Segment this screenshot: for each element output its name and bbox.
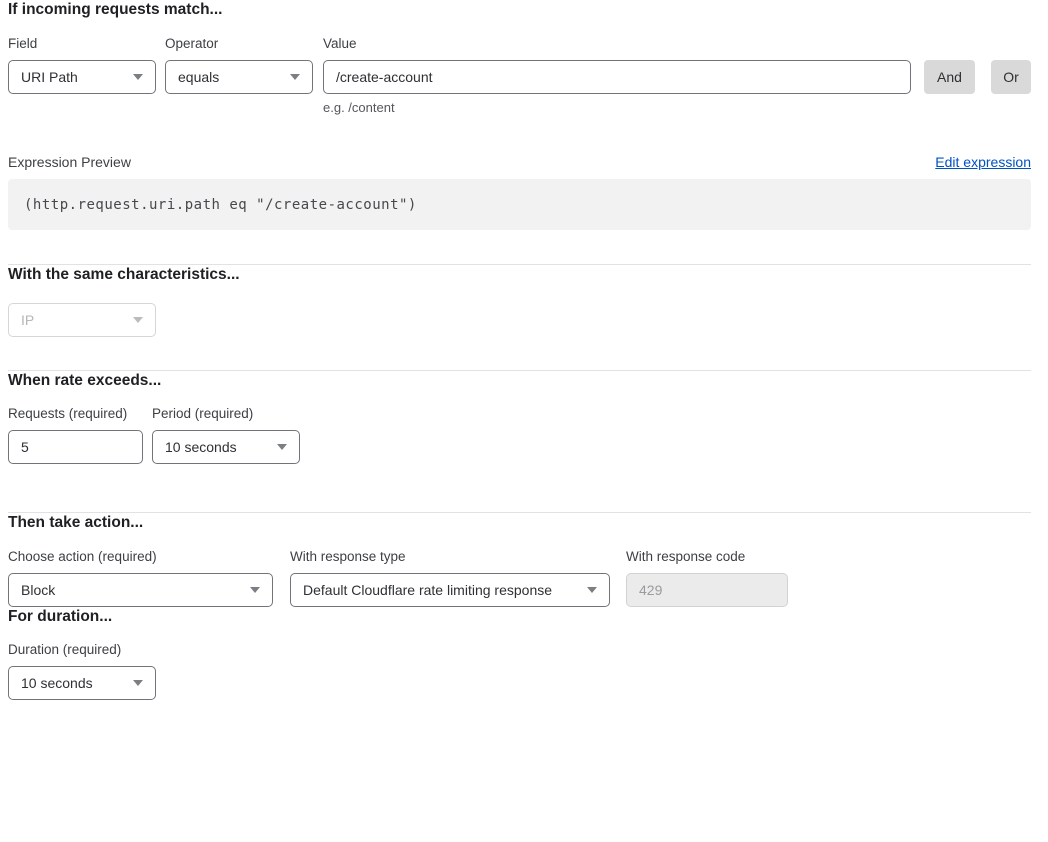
- response-type-label: With response type: [290, 548, 610, 565]
- field-group-response-code: With response code: [626, 548, 788, 607]
- field-group-operator: Operator equals: [165, 35, 313, 94]
- chevron-down-icon: [250, 587, 260, 593]
- rate-row: Requests (required) Period (required) 10…: [8, 405, 1031, 464]
- value-input[interactable]: [323, 60, 911, 94]
- field-group-value: Value e.g. /content: [323, 35, 911, 116]
- section-heading-duration: For duration...: [8, 607, 1031, 627]
- characteristic-select: IP: [8, 303, 156, 337]
- expression-text: (http.request.uri.path eq "/create-accou…: [24, 197, 417, 213]
- value-label: Value: [323, 35, 911, 52]
- expression-preview-box: (http.request.uri.path eq "/create-accou…: [8, 179, 1031, 230]
- choose-action-select[interactable]: Block: [8, 573, 273, 607]
- period-select[interactable]: 10 seconds: [152, 430, 300, 464]
- rate-limit-rule-form: If incoming requests match... Field URI …: [0, 0, 1048, 700]
- choose-action-label: Choose action (required): [8, 548, 273, 565]
- duration-row: Duration (required) 10 seconds: [8, 641, 1031, 700]
- field-label: Field: [8, 35, 156, 52]
- characteristic-select-value: IP: [21, 312, 34, 328]
- field-group-choose-action: Choose action (required) Block: [8, 548, 273, 607]
- edit-expression-link[interactable]: Edit expression: [935, 153, 1031, 171]
- duration-select[interactable]: 10 seconds: [8, 666, 156, 700]
- chevron-down-icon: [290, 74, 300, 80]
- requests-input[interactable]: [8, 430, 143, 464]
- chevron-down-icon: [277, 444, 287, 450]
- chevron-down-icon: [133, 74, 143, 80]
- expression-preview-label: Expression Preview: [8, 153, 131, 171]
- value-helper-text: e.g. /content: [323, 100, 911, 116]
- action-row: Choose action (required) Block With resp…: [8, 548, 1031, 607]
- period-label: Period (required): [152, 405, 300, 422]
- requests-label: Requests (required): [8, 405, 143, 422]
- chevron-down-icon: [587, 587, 597, 593]
- choose-action-select-value: Block: [21, 582, 55, 598]
- or-button[interactable]: Or: [991, 60, 1031, 94]
- field-group-period: Period (required) 10 seconds: [152, 405, 300, 464]
- response-code-label: With response code: [626, 548, 788, 565]
- response-type-select-value: Default Cloudflare rate limiting respons…: [303, 582, 552, 598]
- characteristics-row: IP: [8, 303, 1031, 337]
- field-select-value: URI Path: [21, 69, 78, 85]
- duration-select-value: 10 seconds: [21, 675, 93, 691]
- field-group-response-type: With response type Default Cloudflare ra…: [290, 548, 610, 607]
- expression-preview-header: Expression Preview Edit expression: [8, 153, 1031, 171]
- chevron-down-icon: [133, 317, 143, 323]
- section-heading-action: Then take action...: [8, 513, 1031, 533]
- operator-select[interactable]: equals: [165, 60, 313, 94]
- chevron-down-icon: [133, 680, 143, 686]
- operator-select-value: equals: [178, 69, 219, 85]
- operator-label: Operator: [165, 35, 313, 52]
- period-select-value: 10 seconds: [165, 439, 237, 455]
- field-group-requests: Requests (required): [8, 405, 143, 464]
- section-heading-match: If incoming requests match...: [8, 0, 1031, 20]
- match-criteria-row: Field URI Path Operator equals Value e.g…: [8, 35, 1031, 116]
- section-heading-rate: When rate exceeds...: [8, 371, 1031, 391]
- and-button[interactable]: And: [924, 60, 975, 94]
- section-heading-characteristics: With the same characteristics...: [8, 265, 1031, 285]
- field-group-field: Field URI Path: [8, 35, 156, 94]
- field-select[interactable]: URI Path: [8, 60, 156, 94]
- response-code-input: [626, 573, 788, 607]
- duration-label: Duration (required): [8, 641, 156, 658]
- response-type-select[interactable]: Default Cloudflare rate limiting respons…: [290, 573, 610, 607]
- field-group-duration: Duration (required) 10 seconds: [8, 641, 156, 700]
